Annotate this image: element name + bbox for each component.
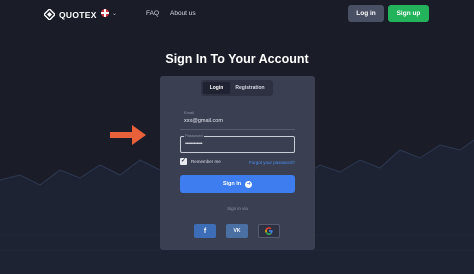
arrow-right-icon: ➜ — [245, 180, 253, 188]
quotex-logo-icon — [44, 9, 55, 20]
google-icon — [265, 227, 273, 235]
email-field[interactable]: xxx@gmail.com — [180, 116, 295, 130]
vk-button[interactable]: VK — [226, 224, 248, 238]
tab-registration[interactable]: Registration — [230, 82, 270, 94]
uk-flag-icon — [101, 9, 109, 17]
facebook-icon: f — [203, 227, 207, 235]
top-header: QUOTEX ⌄ FAQ About us Log in Sign up — [0, 0, 474, 28]
signin-button-label: Sign In — [222, 181, 242, 187]
google-button[interactable] — [258, 224, 280, 238]
nav-faq-link[interactable]: FAQ — [146, 10, 159, 17]
header-login-button[interactable]: Log in — [348, 5, 384, 22]
facebook-button[interactable]: f — [194, 224, 216, 238]
signin-button[interactable]: Sign In ➜ — [180, 175, 295, 193]
password-value: •••••••••••• — [185, 141, 203, 147]
nav-about-link[interactable]: About us — [170, 10, 196, 17]
vk-icon: VK — [233, 228, 241, 234]
remember-me[interactable]: ✓ Remember me — [180, 158, 221, 165]
email-value: xxx@gmail.com — [184, 118, 223, 124]
pointer-arrow-icon — [110, 125, 146, 145]
remember-label: Remember me — [191, 159, 221, 164]
chevron-down-icon: ⌄ — [112, 10, 118, 17]
tab-login[interactable]: Login — [203, 82, 230, 94]
brand-name: QUOTEX — [59, 9, 97, 20]
password-label: Password — [184, 133, 204, 138]
password-field[interactable]: •••••••••••• — [180, 136, 295, 153]
brand-logo[interactable]: QUOTEX — [44, 8, 97, 21]
email-label: Email — [184, 110, 195, 115]
language-selector[interactable]: ⌄ — [101, 9, 117, 17]
signin-via-label: Sign in via — [227, 206, 248, 211]
forgot-password-link[interactable]: Forgot your password? — [249, 160, 295, 165]
remember-checkbox[interactable]: ✓ — [180, 158, 187, 165]
header-signup-button[interactable]: Sign up — [388, 5, 429, 22]
auth-tabs: Login Registration — [201, 80, 273, 96]
signin-panel: Login Registration Email xxx@gmail.com P… — [160, 76, 315, 250]
page-title: Sign In To Your Account — [165, 52, 309, 66]
